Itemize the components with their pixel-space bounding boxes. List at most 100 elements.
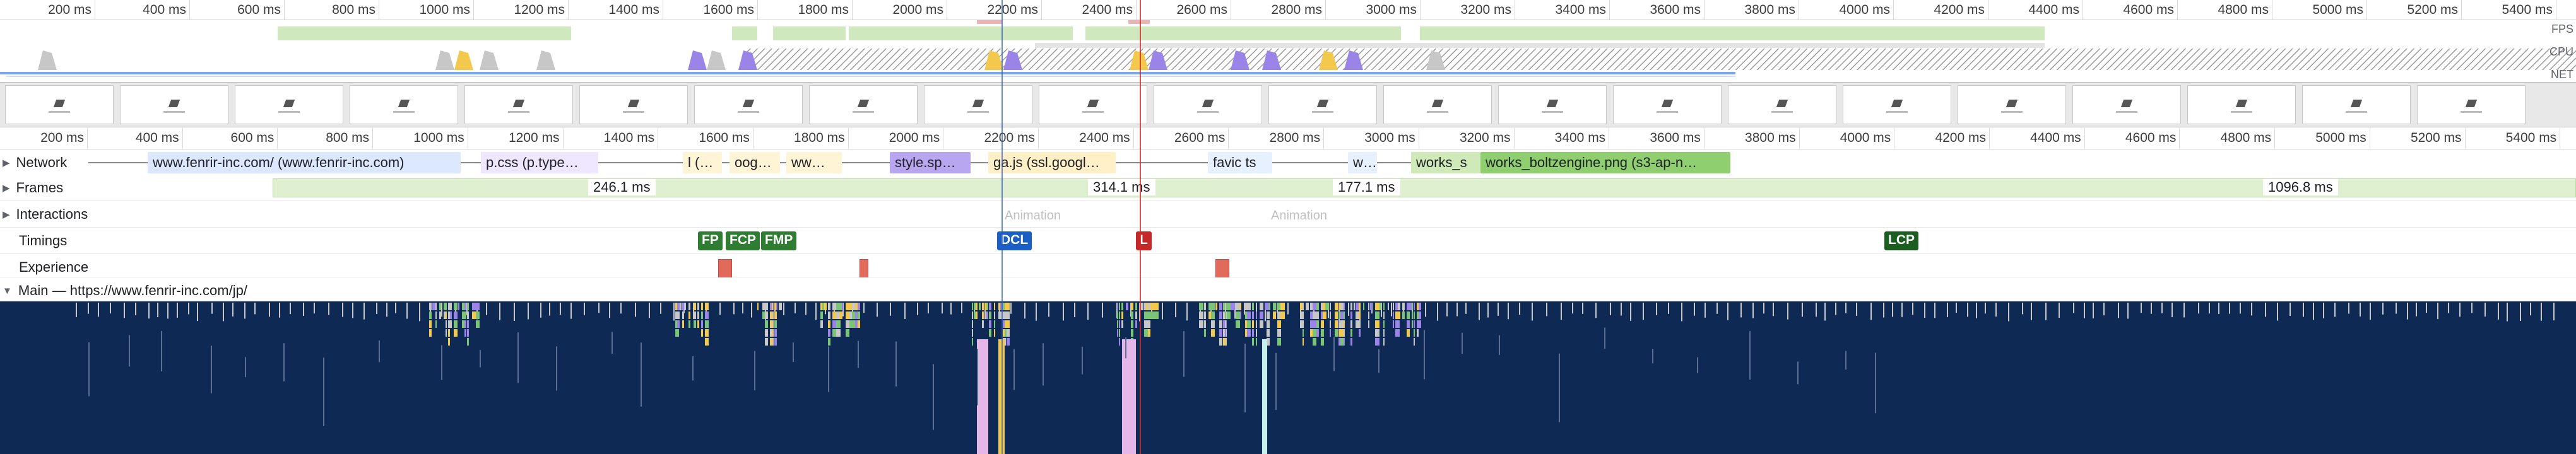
task-slice bbox=[2498, 303, 2499, 320]
screenshot-thumbnail[interactable] bbox=[1039, 85, 1147, 124]
experience-track[interactable]: Experience bbox=[0, 254, 2576, 278]
screenshot-thumbnail[interactable] bbox=[1268, 85, 1377, 124]
screenshot-thumbnail[interactable] bbox=[2302, 85, 2411, 124]
frame-duration[interactable]: 314.1 ms bbox=[1088, 179, 1155, 195]
network-request[interactable]: p.css (p.type… bbox=[481, 152, 598, 173]
network-request[interactable]: www.fenrir-inc.com/ (www.fenrir-inc.com) bbox=[148, 152, 461, 173]
ruler-tick-label: 3200 ms bbox=[1459, 131, 1511, 145]
layout-shift[interactable] bbox=[718, 259, 732, 278]
screenshot-thumbnail[interactable] bbox=[1958, 85, 2066, 124]
overview-ruler[interactable]: 200 ms 400 ms 600 ms 800 ms 1000 ms 1200 ms 14… bbox=[0, 0, 2576, 20]
main-track-header[interactable]: ▼ Main — https://www.fenrir-inc.com/jp/ bbox=[0, 277, 2576, 301]
task-slice bbox=[1148, 329, 1150, 337]
screenshot-thumbnail[interactable] bbox=[1498, 85, 1607, 124]
task-slice bbox=[1797, 361, 1799, 385]
screenshot-thumbnail[interactable] bbox=[694, 85, 803, 124]
overview-chart[interactable]: FPS CPU NET bbox=[0, 20, 2576, 81]
network-request[interactable]: w… bbox=[1348, 152, 1377, 173]
task-slice bbox=[472, 311, 476, 319]
timing-marker-fmp[interactable]: FMP bbox=[761, 231, 797, 250]
ruler-tick: 1800 ms bbox=[798, 0, 853, 20]
task-slice bbox=[1063, 303, 1064, 321]
network-track[interactable]: ▶ Network www.fenrir-inc.com/ (www.fenrir… bbox=[0, 149, 2576, 176]
task-slice bbox=[1303, 320, 1304, 328]
frame-duration[interactable]: 177.1 ms bbox=[1333, 179, 1400, 195]
timings-track[interactable]: Timings FP FCP FMP DCL L LCP bbox=[0, 228, 2576, 254]
screenshot-thumbnail[interactable] bbox=[924, 85, 1032, 124]
screenshot-thumbnail[interactable] bbox=[1383, 85, 1492, 124]
timing-marker-load[interactable]: L bbox=[1136, 231, 1152, 250]
screenshot-thumbnail[interactable] bbox=[1728, 85, 1836, 124]
screenshot-thumbnail[interactable] bbox=[1843, 85, 1951, 124]
screenshot-thumbnail[interactable] bbox=[2072, 85, 2181, 124]
screenshot-thumbnail[interactable] bbox=[350, 85, 458, 124]
frame-duration[interactable]: 246.1 ms bbox=[588, 179, 656, 195]
network-request[interactable]: works_s bbox=[1411, 152, 1480, 173]
animation-label[interactable]: Animation bbox=[1271, 209, 1327, 223]
ruler-tick-label: 3600 ms bbox=[1650, 131, 1701, 145]
screenshot-thumbnail[interactable] bbox=[579, 85, 688, 124]
network-request[interactable]: oog… bbox=[730, 152, 780, 173]
network-request[interactable]: ga.js (ssl.googl… bbox=[988, 152, 1116, 173]
network-request[interactable]: l (… bbox=[683, 152, 722, 173]
screenshot-thumbnail[interactable] bbox=[2187, 85, 2296, 124]
task-slice bbox=[570, 303, 572, 319]
timings-track-label[interactable]: Timings bbox=[3, 233, 67, 249]
screenshot-thumbnail[interactable] bbox=[809, 85, 918, 124]
network-request[interactable]: works_boltzengine.png (s3-ap-n… bbox=[1480, 152, 1730, 173]
task-slice bbox=[1316, 329, 1319, 337]
task-slice bbox=[1277, 338, 1281, 346]
layout-shift[interactable] bbox=[860, 259, 868, 278]
task-slice bbox=[1303, 311, 1304, 319]
screenshot-thumbnail[interactable] bbox=[120, 85, 228, 124]
timing-marker-fcp[interactable]: FCP bbox=[726, 231, 760, 250]
screenshot-thumbnail[interactable] bbox=[1154, 85, 1262, 124]
overview-graph bbox=[0, 20, 2576, 77]
task-slice bbox=[1102, 303, 1103, 318]
frames-track-label[interactable]: ▶ Frames bbox=[3, 180, 63, 196]
timing-marker-lcp[interactable]: LCP bbox=[1884, 231, 1918, 250]
layout-shift[interactable] bbox=[1215, 259, 1229, 278]
collapse-arrow-icon[interactable]: ▼ bbox=[3, 286, 12, 296]
task-slice bbox=[2031, 303, 2032, 320]
screenshot-thumbnail[interactable] bbox=[2417, 85, 2526, 124]
task-slice bbox=[705, 311, 709, 319]
screenshot-thumbnail[interactable] bbox=[235, 85, 343, 124]
task-slice bbox=[448, 303, 450, 310]
task-slice bbox=[705, 338, 709, 346]
animation-label[interactable]: Animation bbox=[1005, 209, 1061, 223]
network-track-label[interactable]: ▶ Network bbox=[3, 154, 67, 171]
task-slice bbox=[765, 329, 768, 337]
screenshots-filmstrip[interactable] bbox=[0, 82, 2576, 127]
ruler-tick: 3000 ms bbox=[1366, 0, 1421, 20]
timeline-ruler[interactable]: 200 ms 400 ms 600 ms 800 ms 1000 ms 1200 ms 14… bbox=[0, 128, 2576, 149]
task-slice bbox=[1424, 330, 1425, 380]
task-slice bbox=[1313, 320, 1316, 328]
network-request[interactable]: style.sp… bbox=[890, 152, 971, 173]
frame-duration[interactable]: 1096.8 ms bbox=[2263, 179, 2338, 195]
ruler-tick-label: 2800 ms bbox=[1269, 131, 1321, 145]
screenshot-thumbnail[interactable] bbox=[1613, 85, 1722, 124]
screenshot-thumbnail[interactable] bbox=[464, 85, 573, 124]
task-slice bbox=[232, 303, 233, 317]
interactions-track[interactable]: ▶ Interactions Animation Animation bbox=[0, 201, 2576, 228]
expand-arrow-icon[interactable]: ▶ bbox=[3, 182, 10, 194]
frames-track[interactable]: ▶ Frames 246.1 ms 314.1 ms 177.1 ms 1096.… bbox=[0, 175, 2576, 201]
main-track-label[interactable]: ▼ Main — https://www.fenrir-inc.com/jp/ bbox=[3, 282, 247, 299]
expand-arrow-icon[interactable]: ▶ bbox=[3, 209, 10, 220]
interactions-track-label[interactable]: ▶ Interactions bbox=[3, 206, 88, 223]
screenshot-thumbnail[interactable] bbox=[5, 85, 114, 124]
timing-marker-fp[interactable]: FP bbox=[698, 231, 723, 250]
expand-arrow-icon[interactable]: ▶ bbox=[3, 157, 10, 168]
task-slice bbox=[1380, 303, 1381, 310]
task-slice bbox=[2471, 303, 2473, 313]
network-request[interactable]: ww… bbox=[786, 152, 842, 173]
network-request[interactable]: favic ts bbox=[1208, 152, 1272, 173]
main-flame-chart[interactable] bbox=[0, 301, 2576, 454]
task-slice bbox=[1117, 311, 1118, 319]
experience-track-label[interactable]: Experience bbox=[3, 259, 88, 276]
task-slice bbox=[1204, 311, 1206, 319]
task-slice bbox=[161, 330, 162, 371]
task-slice bbox=[1383, 303, 1385, 310]
timing-marker-dcl[interactable]: DCL bbox=[997, 231, 1032, 250]
